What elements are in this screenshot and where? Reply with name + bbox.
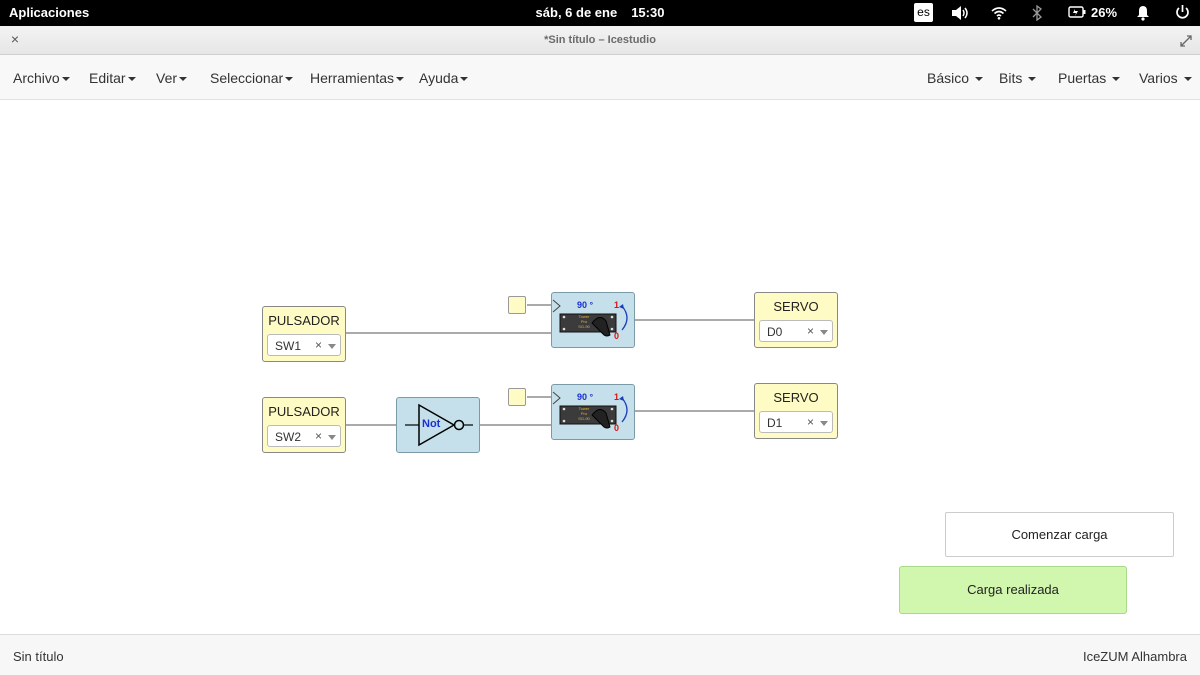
menu-ayuda[interactable]: Ayuda — [419, 70, 469, 86]
clock: sáb, 6 de ene 15:30 — [0, 5, 1200, 20]
clock-time[interactable]: 15:30 — [631, 5, 664, 20]
servo-angle: 90 ° — [577, 300, 594, 310]
servo-brand: Tower Pro SG-90 — [578, 314, 590, 329]
clear-icon[interactable]: × — [315, 338, 322, 352]
caret-down-icon — [127, 77, 136, 82]
menu-puertas[interactable]: Puertas — [1058, 70, 1121, 86]
dropdown-arrow-icon[interactable] — [820, 330, 828, 335]
menu-label: Bits — [999, 70, 1023, 86]
constant-input-1[interactable] — [508, 296, 526, 314]
pin-value: SW2 — [275, 430, 302, 444]
project-name: Sin título — [13, 649, 64, 664]
menu-label: Básico — [927, 70, 970, 86]
block-label: SERVO — [773, 390, 819, 405]
menu-label: Archivo — [13, 70, 60, 86]
caret-down-icon — [1183, 77, 1192, 82]
clear-icon[interactable]: × — [315, 429, 322, 443]
board-name[interactable]: IceZUM Alhambra — [1083, 649, 1187, 664]
caret-down-icon — [179, 77, 188, 82]
menu-label: Seleccionar — [210, 70, 284, 86]
input-block-pulsador-1[interactable]: PULSADOR SW1 × — [262, 306, 346, 362]
servo-low: 0 — [614, 423, 620, 433]
window-close-icon[interactable]: × — [8, 32, 22, 46]
battery-icon[interactable] — [1068, 6, 1086, 18]
caret-down-icon — [396, 77, 405, 82]
status-bar: Sin título IceZUM Alhambra — [0, 634, 1200, 675]
wifi-icon[interactable] — [991, 6, 1007, 20]
pin-value: D1 — [767, 416, 783, 430]
start-upload-notification[interactable]: Comenzar carga — [945, 512, 1174, 557]
bell-icon[interactable] — [1136, 5, 1150, 21]
window-title: *Sin título – Icestudio — [544, 34, 656, 46]
pin-value: SW1 — [275, 339, 302, 353]
applications-menu[interactable]: Aplicaciones — [9, 5, 89, 20]
menu-bits[interactable]: Bits — [999, 70, 1037, 86]
caret-down-icon — [285, 77, 294, 82]
caret-down-icon — [61, 77, 70, 82]
menu-editar[interactable]: Editar — [89, 70, 136, 86]
battery-percentage[interactable]: 26% — [1091, 5, 1117, 20]
menu-label: Ver — [156, 70, 178, 86]
upload-done-notification[interactable]: Carga realizada — [899, 566, 1127, 614]
caret-down-icon — [460, 77, 469, 82]
dropdown-arrow-icon[interactable] — [328, 344, 336, 349]
volume-icon[interactable] — [951, 5, 969, 21]
window-maximize-icon[interactable] — [1180, 34, 1192, 52]
menu-herramientas[interactable]: Herramientas — [310, 70, 405, 86]
clock-date[interactable]: sáb, 6 de ene — [536, 5, 618, 20]
output-block-servo-1[interactable]: SERVO D0 × — [754, 292, 838, 348]
caret-down-icon — [1028, 77, 1037, 82]
keyboard-layout-indicator[interactable]: es — [914, 3, 933, 22]
not-gate-block[interactable]: Not — [396, 397, 480, 453]
system-top-bar: Aplicaciones sáb, 6 de ene 15:30 es 26% — [0, 0, 1200, 26]
bluetooth-icon[interactable] — [1032, 5, 1042, 21]
menu-label: Puertas — [1058, 70, 1107, 86]
input-block-pulsador-2[interactable]: PULSADOR SW2 × — [262, 397, 346, 453]
servo-driver-block-2[interactable]: 90 ° 1 0 Tower Pro SG-90 — [551, 384, 635, 440]
output-block-servo-2[interactable]: SERVO D1 × — [754, 383, 838, 439]
servo-high: 1 — [614, 392, 620, 402]
servo-angle: 90 ° — [577, 392, 594, 402]
menu-basico[interactable]: Básico — [927, 70, 984, 86]
window-title-bar: × *Sin título – Icestudio — [0, 26, 1200, 55]
menu-label: Ayuda — [419, 70, 459, 86]
caret-down-icon — [1112, 77, 1121, 82]
block-label: PULSADOR — [268, 404, 340, 419]
menu-archivo[interactable]: Archivo — [13, 70, 70, 86]
servo-high: 1 — [614, 300, 620, 310]
block-label: PULSADOR — [268, 313, 340, 328]
pin-select[interactable]: D1 × — [759, 411, 833, 433]
servo-low: 0 — [614, 331, 620, 341]
dropdown-arrow-icon[interactable] — [820, 421, 828, 426]
menu-varios[interactable]: Varios — [1139, 70, 1192, 86]
pin-select[interactable]: SW2 × — [267, 425, 341, 447]
pin-select[interactable]: SW1 × — [267, 334, 341, 356]
clear-icon[interactable]: × — [807, 324, 814, 338]
gate-label: Not — [422, 418, 441, 430]
pin-value: D0 — [767, 325, 783, 339]
menu-label: Editar — [89, 70, 126, 86]
pin-select[interactable]: D0 × — [759, 320, 833, 342]
menu-ver[interactable]: Ver — [156, 70, 188, 86]
clear-icon[interactable]: × — [807, 415, 814, 429]
menu-seleccionar[interactable]: Seleccionar — [210, 70, 294, 86]
menu-bar: Archivo Editar Ver Seleccionar Herramien… — [0, 55, 1200, 100]
menu-label: Varios — [1139, 70, 1178, 86]
menu-label: Herramientas — [310, 70, 395, 86]
caret-down-icon — [975, 77, 984, 82]
servo-driver-block-1[interactable]: 90 ° 1 0 Tower Pro SG-90 — [551, 292, 635, 348]
power-icon[interactable] — [1175, 4, 1190, 20]
dropdown-arrow-icon[interactable] — [328, 435, 336, 440]
constant-input-2[interactable] — [508, 388, 526, 406]
servo-brand: Tower Pro SG-90 — [578, 406, 590, 421]
block-label: SERVO — [773, 299, 819, 314]
